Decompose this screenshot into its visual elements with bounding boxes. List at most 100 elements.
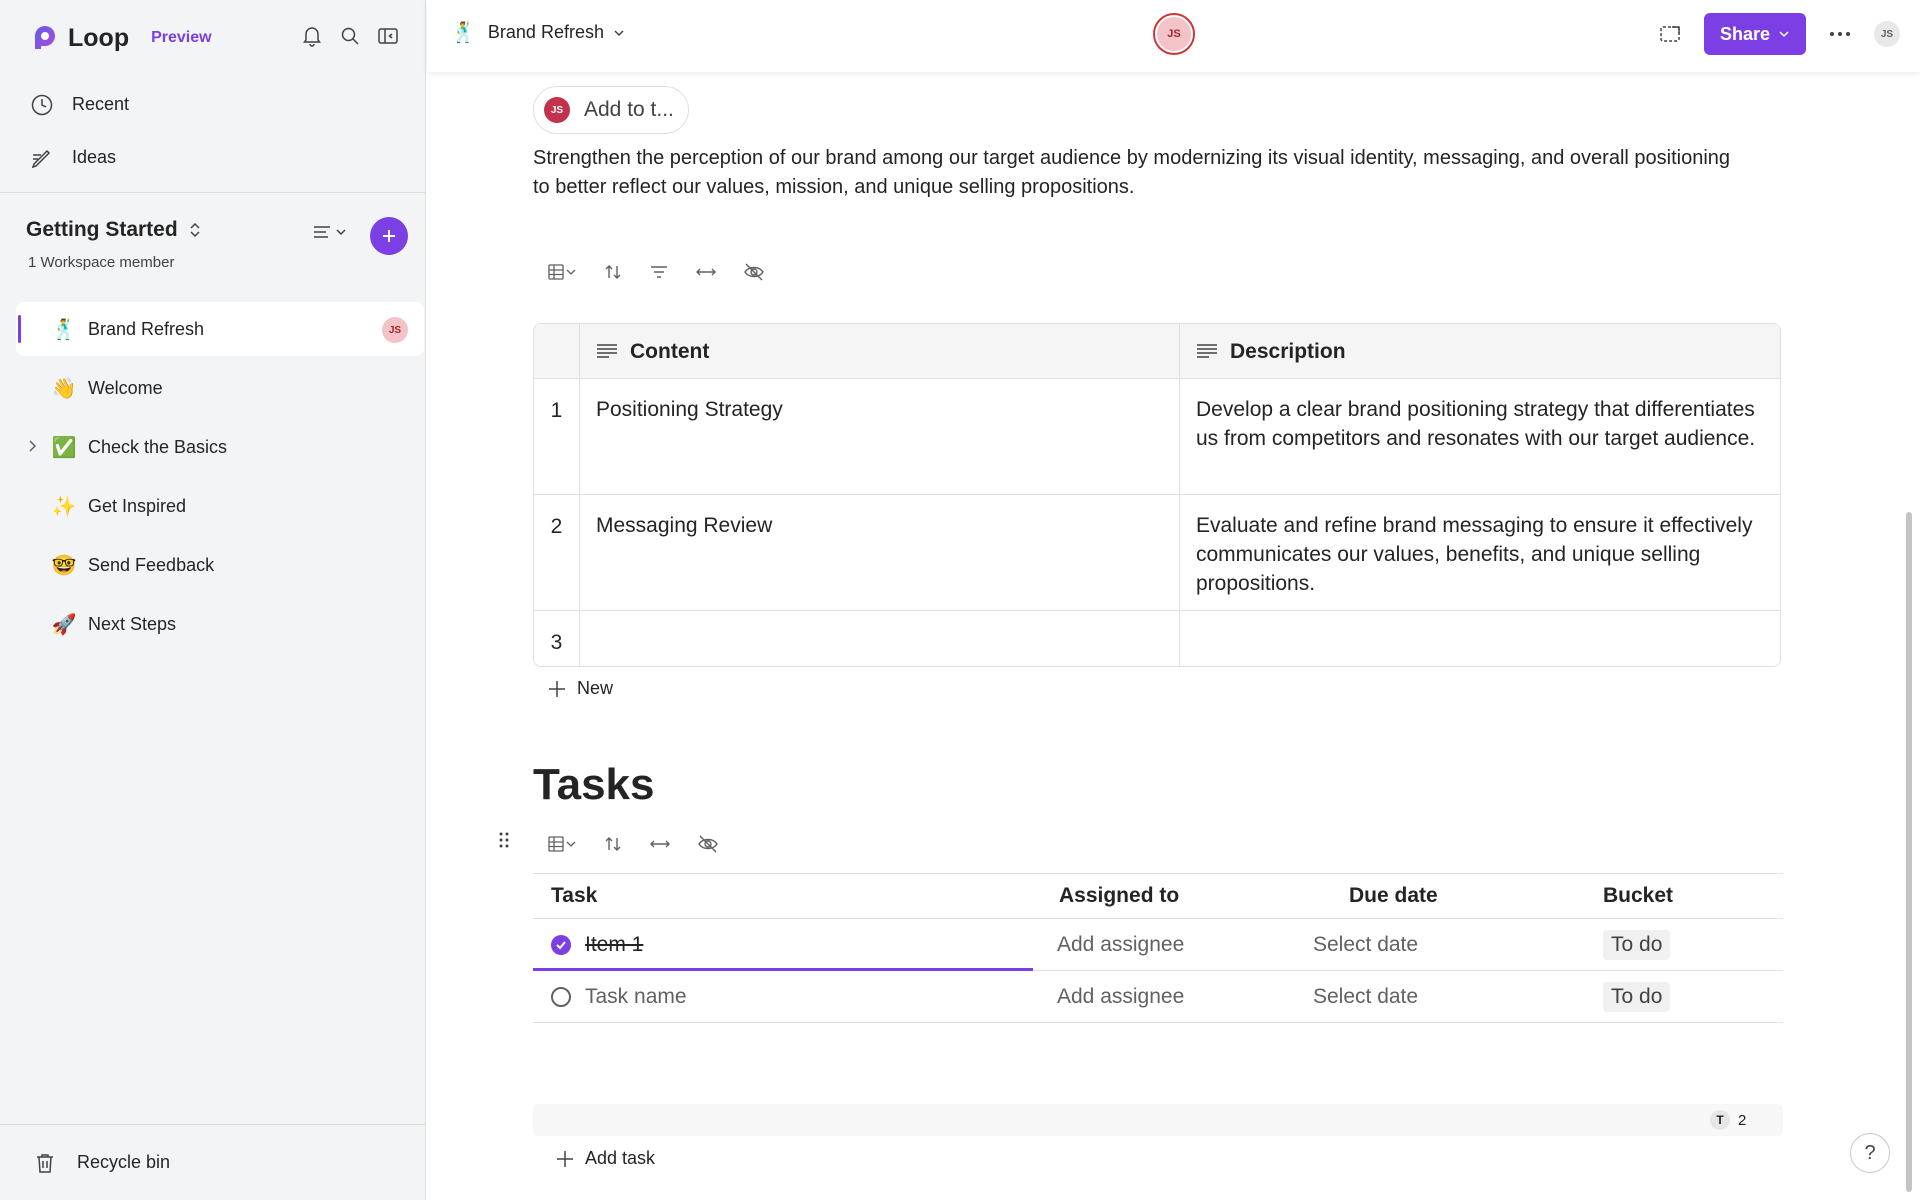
collapse-sidebar-icon[interactable] — [376, 24, 400, 48]
checkmark-icon[interactable] — [551, 934, 571, 955]
page-welcome[interactable]: 👋 Welcome — [16, 361, 424, 415]
app-name: Loop — [68, 23, 130, 52]
dancer-icon: 🕺 — [51, 318, 77, 341]
nav-ideas[interactable]: Ideas — [30, 131, 129, 184]
workspace-title-text: Getting Started — [26, 218, 178, 241]
table-toolbar — [547, 262, 765, 282]
bell-icon[interactable] — [300, 24, 324, 48]
add-task-button[interactable]: Add task — [555, 1148, 655, 1169]
sort-menu-button[interactable] — [312, 222, 348, 242]
column-width-icon[interactable] — [695, 262, 717, 282]
fullscreen-icon[interactable] — [1656, 20, 1684, 48]
tasks-heading[interactable]: Tasks — [533, 760, 655, 810]
chevron-right-icon[interactable] — [26, 438, 38, 454]
avatar: JS — [544, 97, 570, 123]
add-page-button[interactable] — [370, 217, 408, 255]
nav-ideas-label: Ideas — [72, 147, 117, 167]
chevron-down-icon — [1779, 31, 1789, 38]
sort-icon[interactable] — [603, 834, 623, 854]
add-to-label: Add to t... — [584, 98, 674, 121]
search-icon[interactable] — [338, 24, 362, 48]
grid-icon — [548, 264, 564, 280]
bucket-cell[interactable]: To do — [1603, 981, 1783, 1012]
rocket-icon: 🚀 — [51, 613, 77, 636]
assignee-field[interactable]: Add assignee — [1033, 985, 1313, 1009]
column-header-content[interactable]: Content — [580, 324, 1180, 378]
page-send-feedback[interactable]: 🤓 Send Feedback — [16, 538, 424, 592]
table-row: 2 Messaging Review Evaluate and refine b… — [534, 494, 1780, 610]
column-header-bucket[interactable]: Bucket — [1603, 884, 1783, 908]
add-to-button[interactable]: JS Add to t... — [533, 86, 689, 134]
page-get-inspired[interactable]: ✨ Get Inspired — [16, 479, 424, 533]
intro-paragraph[interactable]: Strengthen the perception of our brand a… — [533, 144, 1733, 202]
column-header-label: Description — [1230, 339, 1346, 363]
filter-icon[interactable] — [649, 262, 669, 282]
table-cell[interactable]: Messaging Review — [580, 495, 1180, 610]
table-cell[interactable]: Develop a clear brand positioning strate… — [1180, 379, 1780, 494]
nav-recent[interactable]: Recent — [30, 78, 129, 131]
tasks-header-row: Task Assigned to Due date Bucket — [533, 873, 1783, 919]
task-count-letter: T — [1710, 1110, 1730, 1130]
wave-icon: 👋 — [51, 377, 77, 400]
row-number-header — [534, 324, 580, 378]
add-task-label: Add task — [585, 1148, 656, 1168]
more-options-icon[interactable] — [1826, 20, 1854, 48]
column-header-assigned[interactable]: Assigned to — [1033, 884, 1313, 908]
plus-icon — [383, 230, 395, 242]
workspace-title[interactable]: Getting Started — [26, 218, 202, 242]
column-header-description[interactable]: Description — [1180, 324, 1780, 378]
sidebar: Loop Preview Recent Ideas Getting Starte… — [0, 0, 426, 1200]
dancer-icon: 🕺 — [451, 22, 476, 44]
new-row-button[interactable]: New — [547, 678, 613, 699]
page-check-basics[interactable]: ✅ Check the Basics — [16, 420, 424, 474]
chevron-updown-icon — [190, 222, 200, 238]
row-number: 3 — [534, 611, 580, 666]
due-date-field[interactable]: Select date — [1313, 985, 1603, 1009]
table-cell[interactable] — [580, 611, 1180, 666]
table-row: 1 Positioning Strategy Develop a clear b… — [534, 378, 1780, 494]
help-button[interactable]: ? — [1850, 1133, 1890, 1173]
task-cell[interactable]: Task name — [533, 985, 1033, 1009]
user-avatar[interactable]: JS — [1874, 21, 1900, 47]
sort-icon[interactable] — [603, 262, 623, 282]
table-view-button[interactable] — [547, 835, 577, 853]
table-cell[interactable] — [1180, 611, 1780, 666]
table-view-button[interactable] — [547, 263, 577, 281]
circle-icon[interactable] — [551, 986, 571, 1007]
avatar: JS — [382, 317, 408, 343]
document-header: 🕺 Brand Refresh JS Share JS — [427, 0, 1920, 72]
document-title[interactable]: 🕺 Brand Refresh — [451, 20, 626, 45]
task-row: Task name Add assignee Select date To do — [533, 971, 1783, 1023]
chevron-down-icon — [614, 29, 624, 36]
table-cell[interactable]: Evaluate and refine brand messaging to e… — [1180, 495, 1780, 610]
recycle-bin[interactable]: Recycle bin — [0, 1124, 426, 1200]
tasks-toolbar — [547, 834, 719, 854]
plus-icon — [549, 680, 565, 697]
hide-icon[interactable] — [743, 262, 765, 282]
column-header-task[interactable]: Task — [533, 884, 1033, 908]
share-button[interactable]: Share — [1703, 13, 1806, 55]
scrollbar[interactable] — [1906, 512, 1912, 1192]
due-date-field[interactable]: Select date — [1313, 933, 1603, 957]
presence-avatar[interactable]: JS — [1153, 13, 1195, 55]
drag-handle-icon[interactable] — [499, 832, 509, 853]
column-width-icon[interactable] — [649, 834, 671, 854]
app-brand[interactable]: Loop Preview — [30, 20, 212, 56]
assignee-field[interactable]: Add assignee — [1033, 933, 1313, 957]
hide-icon[interactable] — [697, 834, 719, 854]
plus-icon — [557, 1150, 573, 1167]
task-count: 2 — [1738, 1111, 1747, 1129]
task-cell[interactable]: Item 1 — [533, 933, 1033, 957]
list-icon — [314, 226, 330, 238]
page-label: Welcome — [88, 377, 163, 398]
task-row: Item 1 Add assignee Select date To do — [533, 919, 1783, 971]
page-brand-refresh[interactable]: 🕺 Brand Refresh JS — [16, 302, 424, 356]
tasks-table: Task Assigned to Due date Bucket Item 1 … — [533, 873, 1783, 1023]
bucket-cell[interactable]: To do — [1603, 929, 1783, 960]
chevron-down-icon — [566, 841, 576, 847]
column-header-due[interactable]: Due date — [1313, 884, 1603, 908]
page-next-steps[interactable]: 🚀 Next Steps — [16, 597, 424, 651]
avatar: JS — [1157, 17, 1191, 51]
task-name: Item 1 — [585, 932, 644, 956]
table-cell[interactable]: Positioning Strategy — [580, 379, 1180, 494]
